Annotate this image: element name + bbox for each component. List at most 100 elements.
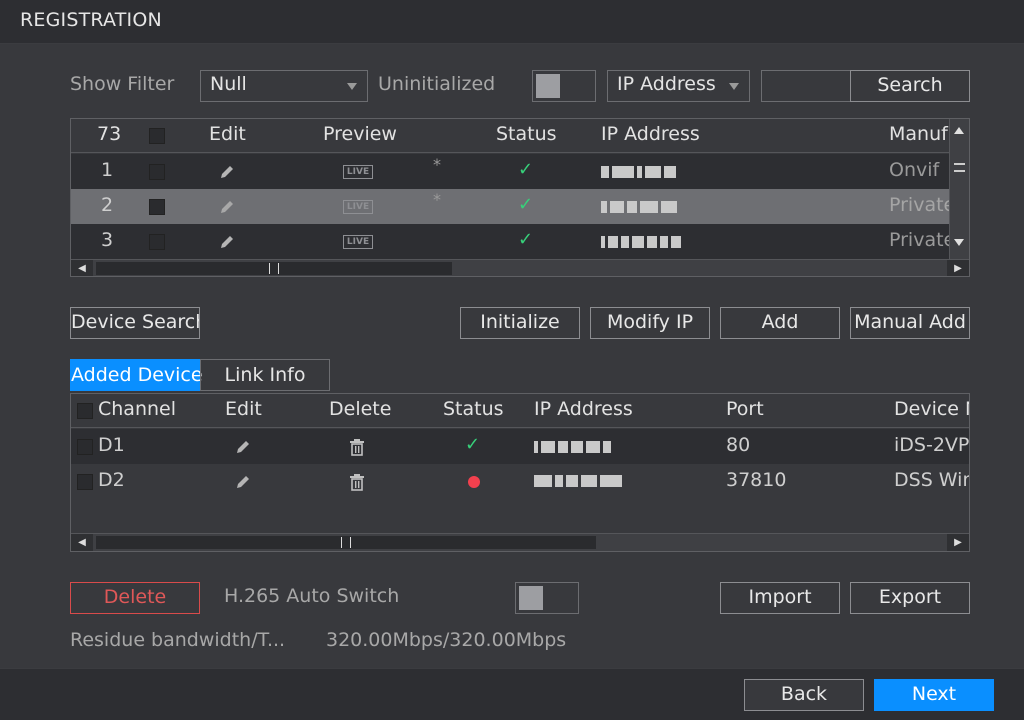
title-bar: REGISTRATION (0, 0, 1024, 44)
import-button[interactable]: Import (720, 582, 840, 614)
scroll-grip-icon (341, 537, 351, 548)
device-list-header: 73 Edit Preview Status IP Address Manuf (71, 119, 949, 153)
add-button[interactable]: Add (720, 307, 840, 339)
check-icon: ✓ (518, 194, 534, 215)
tab-added-device[interactable]: Added Device (70, 359, 203, 391)
show-filter-label: Show Filter (70, 73, 175, 95)
row-checkbox[interactable] (149, 234, 165, 250)
count-header: 73 (97, 123, 122, 145)
h265-label: H.265 Auto Switch (224, 585, 400, 607)
h265-toggle[interactable] (515, 582, 579, 614)
row-checkbox[interactable] (149, 164, 165, 180)
row-channel: D2 (98, 469, 125, 491)
back-button[interactable]: Back (744, 679, 864, 711)
edit-header: Edit (209, 123, 246, 145)
added-device-header: Channel Edit Delete Status IP Address Po… (71, 394, 969, 428)
trash-icon[interactable] (349, 439, 365, 456)
row-index: 2 (101, 194, 114, 216)
uninitialized-label: Uninitialized (378, 73, 496, 95)
scroll-grip-icon (269, 263, 279, 274)
live-icon[interactable]: LIVE (343, 235, 373, 249)
ip-redacted (601, 166, 679, 178)
horizontal-scrollbar[interactable]: ◀ ▶ (71, 259, 969, 276)
table-row[interactable]: 1 LIVE * ✓ Onvif (71, 154, 949, 189)
pencil-icon[interactable] (234, 473, 252, 491)
export-button[interactable]: Export (850, 582, 970, 614)
ip-redacted (601, 236, 684, 248)
row-manufacturer: Private (889, 229, 956, 251)
row-port: 37810 (726, 469, 787, 491)
check-icon: ✓ (518, 159, 534, 180)
ip-header: IP Address (601, 123, 700, 145)
table-row[interactable]: 3 LIVE ✓ Private (71, 224, 955, 259)
toggle-knob (519, 586, 543, 610)
pencil-icon[interactable] (234, 438, 252, 456)
show-filter-select[interactable]: Null (200, 70, 368, 102)
channel-header: Channel (98, 398, 177, 420)
live-icon[interactable]: LIVE (343, 200, 373, 214)
live-icon[interactable]: LIVE (343, 165, 373, 179)
modify-ip-button[interactable]: Modify IP (590, 307, 710, 339)
bottom-bar (0, 668, 1024, 720)
uninitialized-toggle[interactable] (532, 70, 596, 102)
manual-add-button[interactable]: Manual Add (850, 307, 970, 339)
vertical-scrollbar[interactable] (949, 119, 969, 259)
row-checkbox[interactable] (77, 439, 93, 455)
table-row[interactable]: D1 ✓ 80 iDS-2VP (71, 429, 970, 464)
row-star: * (433, 155, 441, 174)
table-row[interactable]: D2 37810 DSS Win (71, 464, 970, 499)
edit-header: Edit (225, 398, 262, 420)
show-filter-value: Null (210, 73, 247, 95)
select-all-checkbox[interactable] (149, 128, 165, 144)
search-type-select[interactable]: IP Address (607, 70, 750, 102)
tab-link-info[interactable]: Link Info (200, 359, 330, 391)
toggle-knob (536, 74, 560, 98)
scroll-down-icon[interactable] (954, 239, 964, 246)
scroll-up-icon[interactable] (954, 127, 964, 134)
preview-header: Preview (323, 123, 397, 145)
scroll-left-icon[interactable]: ◀ (71, 260, 93, 276)
ip-redacted (534, 475, 625, 487)
row-index: 3 (101, 229, 114, 251)
ip-redacted (601, 201, 680, 213)
scroll-right-icon[interactable]: ▶ (947, 534, 969, 551)
manufacturer-header: Manuf (889, 123, 948, 145)
device-name-header: Device N (894, 398, 969, 420)
row-port: 80 (726, 434, 751, 456)
check-icon: ✓ (465, 434, 481, 455)
device-search-button[interactable]: Device Search (70, 307, 200, 339)
scroll-right-icon[interactable]: ▶ (947, 260, 969, 276)
ip-header: IP Address (534, 398, 633, 420)
pencil-icon[interactable] (218, 198, 236, 216)
row-channel: D1 (98, 434, 125, 456)
row-device-name: DSS Win (894, 469, 970, 491)
row-manufacturer: Private (889, 194, 956, 216)
ip-redacted (534, 441, 614, 453)
search-button[interactable]: Search (850, 70, 970, 102)
port-header: Port (726, 398, 764, 420)
row-checkbox[interactable] (77, 474, 93, 490)
delete-button[interactable]: Delete (70, 582, 200, 614)
search-type-value: IP Address (617, 73, 716, 95)
status-header: Status (496, 123, 557, 145)
trash-icon[interactable] (349, 474, 365, 491)
device-list-table: 73 Edit Preview Status IP Address Manuf … (70, 118, 970, 277)
pencil-icon[interactable] (218, 163, 236, 181)
scroll-grip-icon[interactable] (954, 163, 965, 172)
row-device-name: iDS-2VP (894, 434, 970, 456)
row-manufacturer: Onvif (889, 159, 940, 181)
caret-down-icon (347, 83, 357, 90)
pencil-icon[interactable] (218, 233, 236, 251)
status-header: Status (443, 398, 504, 420)
added-device-table: Channel Edit Delete Status IP Address Po… (70, 393, 970, 552)
delete-header: Delete (329, 398, 392, 420)
search-input[interactable] (761, 70, 853, 102)
next-button[interactable]: Next (874, 679, 994, 711)
table-row[interactable]: 2 LIVE * ✓ Private (71, 189, 955, 224)
row-checkbox[interactable] (149, 199, 165, 215)
select-all-checkbox[interactable] (77, 403, 93, 419)
scroll-left-icon[interactable]: ◀ (71, 534, 93, 551)
initialize-button[interactable]: Initialize (460, 307, 580, 339)
horizontal-scrollbar[interactable]: ◀ ▶ (71, 533, 969, 551)
bandwidth-label: Residue bandwidth/T... (70, 629, 286, 651)
